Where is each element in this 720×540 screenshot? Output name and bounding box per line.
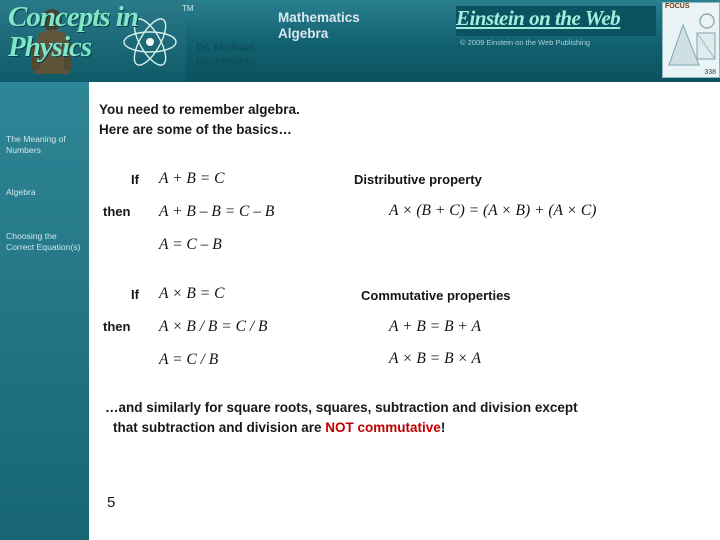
intro-line-2: Here are some of the basics… bbox=[99, 122, 292, 137]
logo-line-2: Physics bbox=[8, 31, 92, 63]
focus-photo-illustration bbox=[663, 3, 719, 77]
sidebar-item-label: Algebra bbox=[6, 187, 36, 197]
block1-equation-then-2: A = C – B bbox=[159, 236, 222, 253]
footer-line-2-part-b: ! bbox=[440, 420, 446, 435]
subject-title: Mathematics bbox=[278, 10, 360, 25]
block1-if-label: If bbox=[131, 172, 139, 187]
distributive-property-heading: Distributive property bbox=[354, 172, 482, 187]
block2-equation-then-1: A × B / B = C / B bbox=[159, 318, 268, 335]
block1-equation-if: A + B = C bbox=[159, 170, 225, 187]
sidebar-item-label: The Meaning of Numbers bbox=[6, 134, 66, 155]
page-number: 5 bbox=[107, 494, 116, 511]
commutative-equation-1: A + B = B + A bbox=[389, 318, 481, 335]
slide-content: You need to remember algebra. Here are s… bbox=[89, 82, 720, 540]
sidebar-item-the-meaning-of-numbers[interactable]: The Meaning of Numbers bbox=[6, 134, 84, 156]
block2-equation-then-2: A = C / B bbox=[159, 351, 219, 368]
sidebar-item-choosing-the-correct-equations[interactable]: Choosing the Correct Equation(s) bbox=[6, 231, 84, 253]
footer-line-2: that subtraction and division are NOT co… bbox=[113, 420, 445, 435]
footer-line-2-part-a: that subtraction and division are bbox=[113, 420, 326, 435]
distributive-property-equation: A × (B + C) = (A × B) + (A × C) bbox=[389, 202, 597, 219]
footer-emphasis-not-commutative: NOT commutative bbox=[325, 420, 441, 435]
commutative-equation-2: A × B = B × A bbox=[389, 350, 481, 367]
einstein-banner: Einstein on the Web bbox=[456, 6, 656, 36]
focus-photo-title: FOCUS bbox=[665, 3, 690, 10]
trademark-mark: TM bbox=[182, 4, 194, 13]
block2-equation-if: A × B = C bbox=[159, 285, 225, 302]
einstein-banner-text: Einstein on the Web bbox=[456, 6, 621, 30]
sidebar-item-algebra[interactable]: Algebra bbox=[6, 187, 84, 198]
focus-photo-caption: 338 bbox=[704, 69, 716, 76]
block2-then-label: then bbox=[103, 319, 131, 334]
commutative-properties-heading: Commutative properties bbox=[361, 288, 511, 303]
author-line-2: De:Antonio bbox=[196, 56, 256, 68]
banner-copyright: © 2009 Einstein on the Web Publishing bbox=[460, 38, 591, 47]
author-line-1: Dr. Michael bbox=[196, 42, 255, 54]
block2-if-label: If bbox=[131, 287, 139, 302]
intro-line-1: You need to remember algebra. bbox=[99, 102, 300, 117]
sidebar: The Meaning of Numbers Algebra Choosing … bbox=[0, 82, 89, 540]
block1-equation-then-1: A + B – B = C – B bbox=[159, 203, 275, 220]
subject-subtitle: Algebra bbox=[278, 26, 329, 41]
footer-line-1: …and similarly for square roots, squares… bbox=[105, 400, 578, 415]
block1-then-label: then bbox=[103, 204, 131, 219]
sidebar-item-label: Choosing the Correct Equation(s) bbox=[6, 231, 81, 252]
logo-line-1: Concepts in bbox=[8, 1, 139, 33]
slide-header: Concepts in Physics TM Dr. Michael De:An… bbox=[0, 0, 720, 82]
focus-photo-box: FOCUS 338 bbox=[662, 2, 720, 78]
